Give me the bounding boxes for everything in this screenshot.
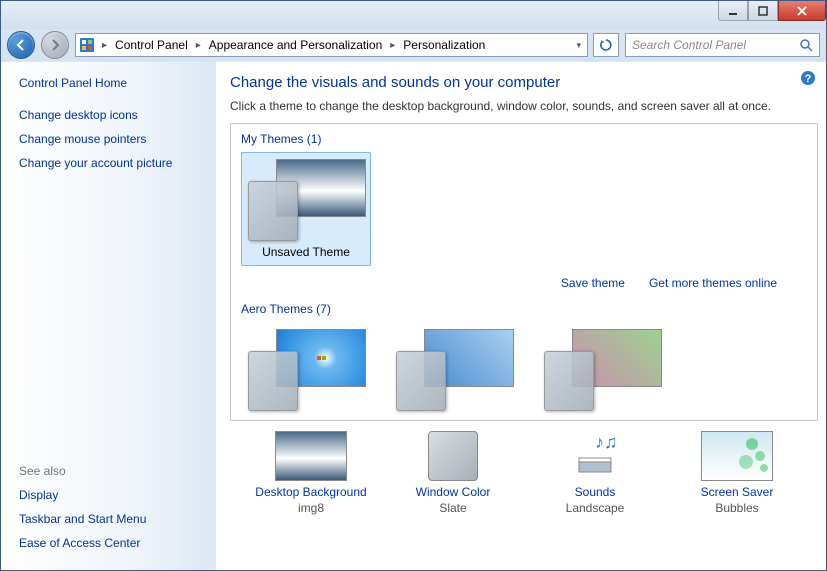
desktop-background-setting[interactable]: Desktop Background img8 (246, 431, 376, 515)
settings-row: Desktop Background img8 Window Color Sla… (230, 421, 818, 515)
change-mouse-pointers-link[interactable]: Change mouse pointers (19, 132, 204, 146)
aero-themes-label: Aero Themes (7) (241, 302, 807, 316)
display-link[interactable]: Display (19, 488, 204, 502)
change-account-picture-link[interactable]: Change your account picture (19, 156, 204, 170)
sidebar: Control Panel Home Change desktop icons … (1, 62, 216, 570)
address-bar[interactable]: ▸ Control Panel ▸ Appearance and Persona… (75, 33, 588, 57)
titlebar (1, 1, 826, 29)
sounds-icon: ♪♫ (559, 431, 631, 481)
breadcrumb-control-panel[interactable]: Control Panel (111, 34, 192, 56)
back-button[interactable] (7, 31, 35, 59)
themes-pane[interactable]: My Themes (1) Unsaved Theme Save theme G… (230, 123, 818, 421)
ease-of-access-link[interactable]: Ease of Access Center (19, 536, 204, 550)
svg-text:?: ? (805, 73, 812, 85)
refresh-button[interactable] (593, 33, 619, 57)
search-input[interactable]: Search Control Panel (625, 33, 820, 57)
control-panel-home-link[interactable]: Control Panel Home (19, 76, 204, 90)
theme-aero-1[interactable] (241, 322, 371, 421)
control-panel-window: ▸ Control Panel ▸ Appearance and Persona… (0, 0, 827, 571)
close-button[interactable] (778, 1, 826, 21)
breadcrumb-separator-icon[interactable]: ▸ (386, 40, 399, 51)
breadcrumb-separator-icon[interactable]: ▸ (98, 40, 111, 51)
save-theme-link[interactable]: Save theme (561, 276, 625, 290)
page-subtext: Click a theme to change the desktop back… (230, 99, 818, 113)
search-placeholder: Search Control Panel (632, 38, 799, 52)
screen-saver-thumb (701, 431, 773, 481)
breadcrumb-separator-icon[interactable]: ▸ (192, 40, 205, 51)
sounds-setting[interactable]: ♪♫ Sounds Landscape (530, 431, 660, 515)
screen-saver-setting[interactable]: Screen Saver Bubbles (672, 431, 802, 515)
theme-aero-3[interactable] (537, 322, 667, 421)
theme-thumbnail (248, 159, 366, 241)
help-icon[interactable]: ? (800, 70, 816, 86)
control-panel-icon (76, 37, 98, 53)
breadcrumb-appearance[interactable]: Appearance and Personalization (205, 34, 386, 56)
svg-text:♪♫: ♪♫ (595, 432, 618, 452)
main-content: ? Change the visuals and sounds on your … (216, 62, 826, 570)
page-title: Change the visuals and sounds on your co… (230, 74, 818, 91)
minimize-button[interactable] (718, 1, 748, 21)
window-color-thumb (428, 431, 478, 481)
nav-bar: ▸ Control Panel ▸ Appearance and Persona… (1, 29, 826, 61)
window-color-setting[interactable]: Window Color Slate (388, 431, 518, 515)
theme-label: Unsaved Theme (248, 245, 364, 259)
maximize-button[interactable] (748, 1, 778, 21)
forward-button[interactable] (41, 31, 69, 59)
desktop-background-thumb (275, 431, 347, 481)
my-themes-label: My Themes (1) (241, 132, 807, 146)
taskbar-start-menu-link[interactable]: Taskbar and Start Menu (19, 512, 204, 526)
theme-unsaved[interactable]: Unsaved Theme (241, 152, 371, 266)
change-desktop-icons-link[interactable]: Change desktop icons (19, 108, 204, 122)
get-more-themes-link[interactable]: Get more themes online (649, 276, 777, 290)
theme-aero-2[interactable] (389, 322, 519, 421)
address-dropdown-icon[interactable]: ▾ (570, 40, 587, 51)
see-also-label: See also (19, 464, 204, 478)
search-icon (799, 38, 813, 52)
breadcrumb-personalization[interactable]: Personalization (399, 34, 489, 56)
